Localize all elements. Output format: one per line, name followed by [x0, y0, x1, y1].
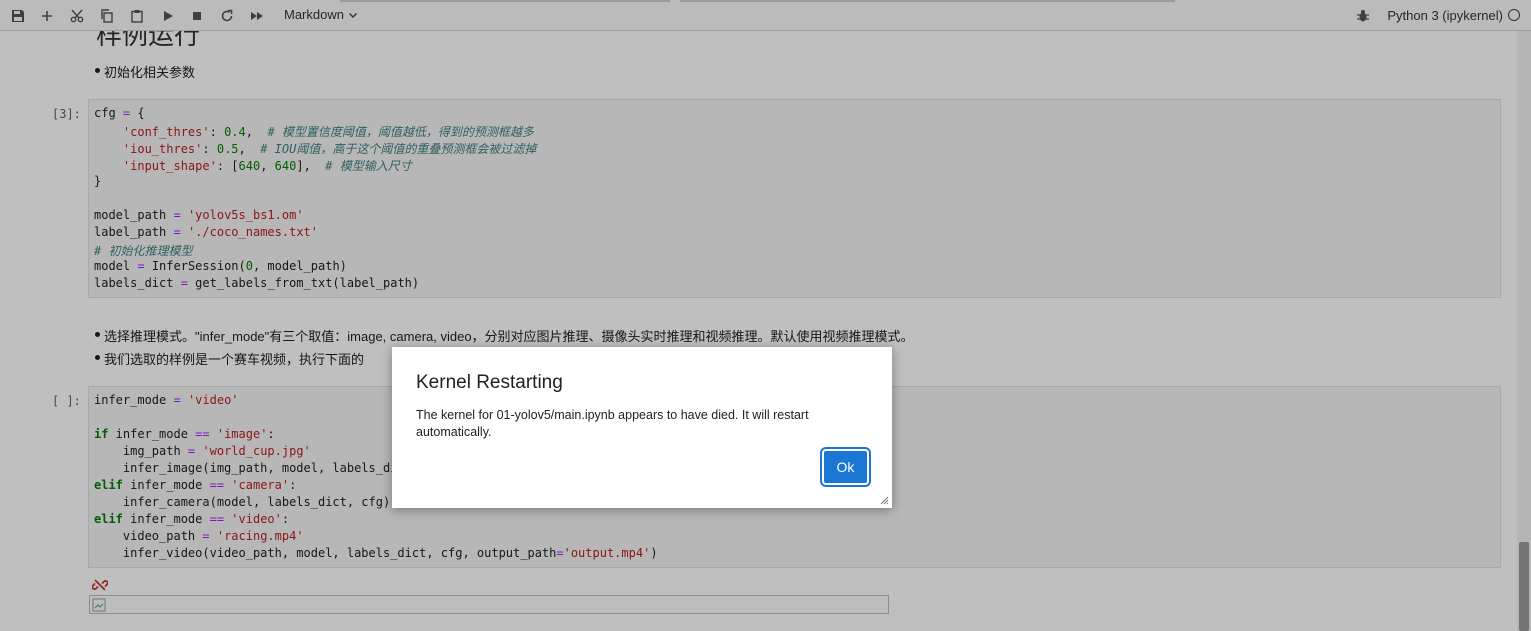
- kernel-restarting-dialog: Kernel Restarting The kernel for 01-yolo…: [392, 347, 892, 508]
- dialog-message: The kernel for 01-yolov5/main.ipynb appe…: [416, 408, 809, 439]
- ok-button[interactable]: Ok: [820, 447, 871, 487]
- modal-backdrop: [0, 0, 1531, 631]
- dialog-title: Kernel Restarting: [416, 372, 563, 393]
- resize-grip-icon[interactable]: [879, 495, 889, 505]
